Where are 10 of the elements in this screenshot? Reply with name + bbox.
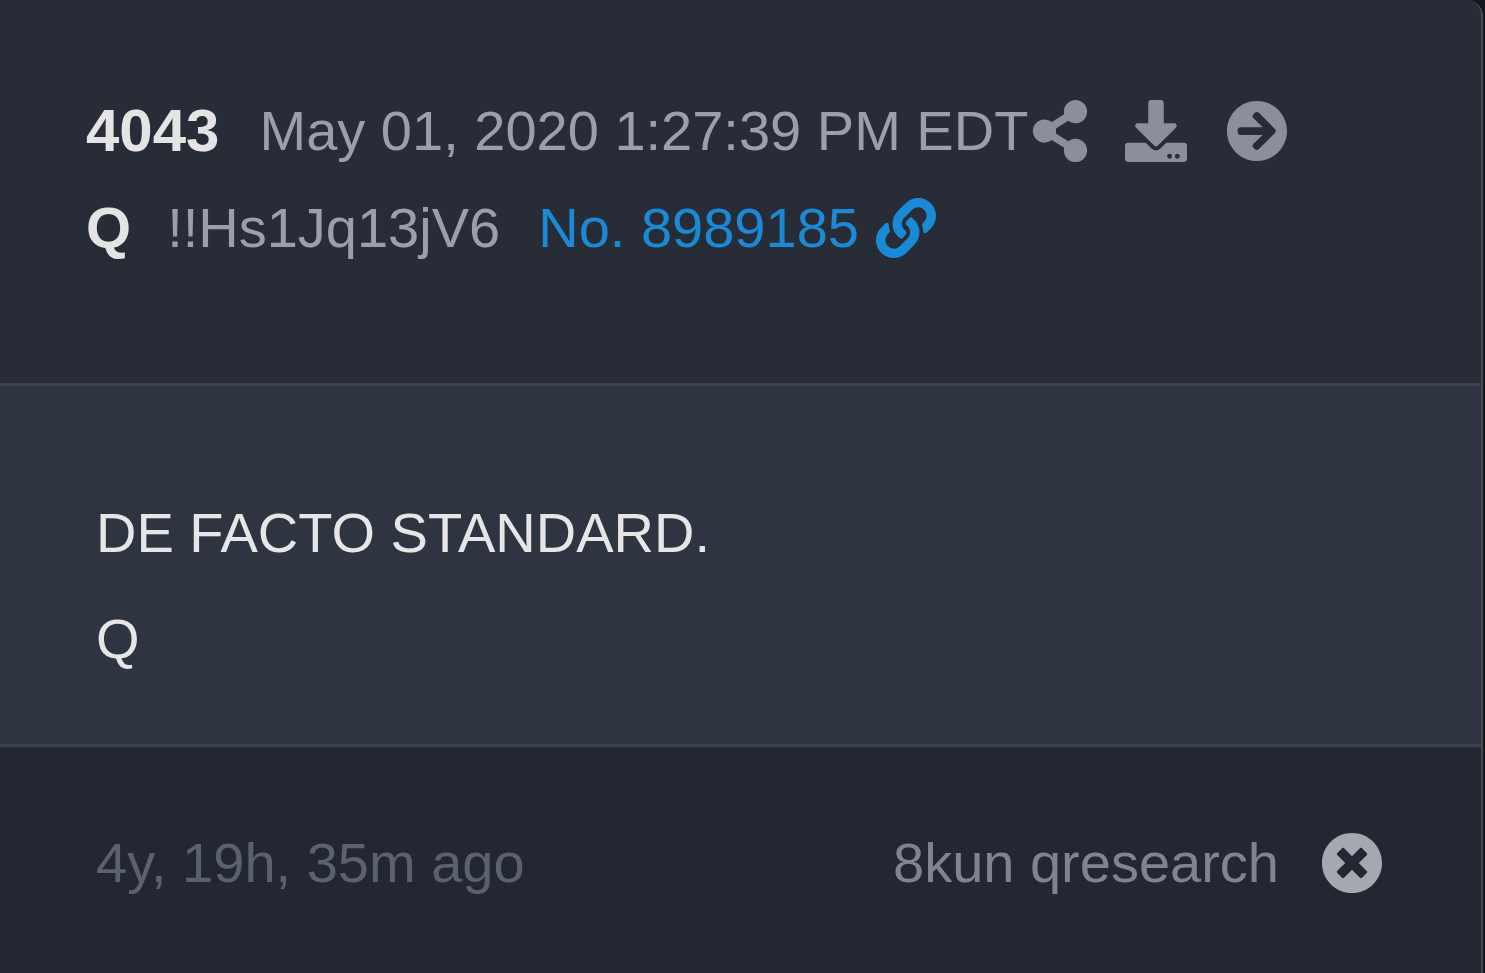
post-text: DE FACTO STANDARD.: [96, 500, 711, 566]
link-icon[interactable]: [874, 198, 937, 258]
author-name: Q: [86, 199, 132, 257]
close-icon[interactable]: [1321, 832, 1383, 894]
download-icon[interactable]: [1124, 100, 1189, 162]
arrow-right-icon[interactable]: [1226, 100, 1289, 162]
post-text: Q: [96, 606, 141, 672]
post-link[interactable]: No. 8989185: [538, 200, 859, 256]
share-icon[interactable]: [1032, 100, 1089, 162]
post-number: 4043: [86, 101, 220, 161]
